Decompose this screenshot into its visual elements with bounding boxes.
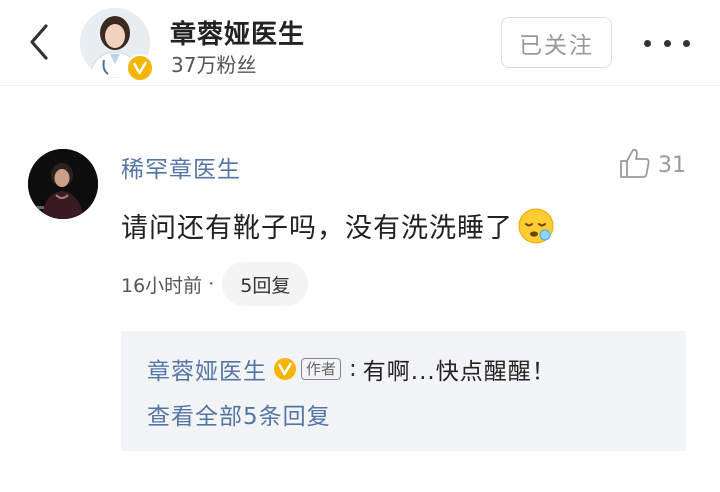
reply-author[interactable]: 章蓉娅医生 <box>147 352 267 386</box>
comment-text: 请问还有靴子吗，没有洗洗睡了 <box>121 213 513 244</box>
meta-separator: · <box>208 273 215 295</box>
like-button[interactable]: 31 <box>618 146 686 184</box>
dot <box>663 39 671 47</box>
view-all-replies-link[interactable]: 查看全部5条回复 <box>147 397 331 431</box>
dot <box>683 39 690 47</box>
comment-time: 16小时前 <box>121 274 203 297</box>
chevron-left-icon[interactable] <box>22 20 58 64</box>
doctor-avatar[interactable] <box>80 8 154 82</box>
thumbs-up-icon <box>618 146 652 184</box>
reply-line: 章蓉娅医生 作者 : 有啊...快点醒醒！ <box>147 352 556 386</box>
comment-text-row: 请问还有靴子吗，没有洗洗睡了 <box>121 206 555 245</box>
like-count: 31 <box>658 152 686 178</box>
reply-colon: : <box>349 356 357 382</box>
comment-meta: 16小时前 · 5回复 <box>121 262 309 306</box>
verified-v-icon <box>126 54 154 82</box>
more-dots-icon[interactable] <box>644 33 690 53</box>
sleepy-face-emoji <box>517 207 555 245</box>
comment-author[interactable]: 稀罕章医生 <box>121 150 241 184</box>
reply-preview[interactable]: 章蓉娅医生 作者 : 有啊...快点醒醒！ 查看全部5条回复 <box>121 331 686 451</box>
reply-text: 有啊...快点醒醒！ <box>362 359 556 385</box>
profile-header: 章蓉娅医生 37万粉丝 已关注 <box>0 0 720 86</box>
follow-button[interactable]: 已关注 <box>501 17 612 68</box>
doctor-name[interactable]: 章蓉娅医生 <box>170 14 305 51</box>
author-tag: 作者 <box>301 358 342 380</box>
fans-count: 37万粉丝 <box>171 53 257 77</box>
dot <box>644 39 651 47</box>
commenter-avatar[interactable] <box>28 149 98 219</box>
reply-count-button[interactable]: 5回复 <box>222 262 309 306</box>
verified-v-icon <box>273 357 297 381</box>
